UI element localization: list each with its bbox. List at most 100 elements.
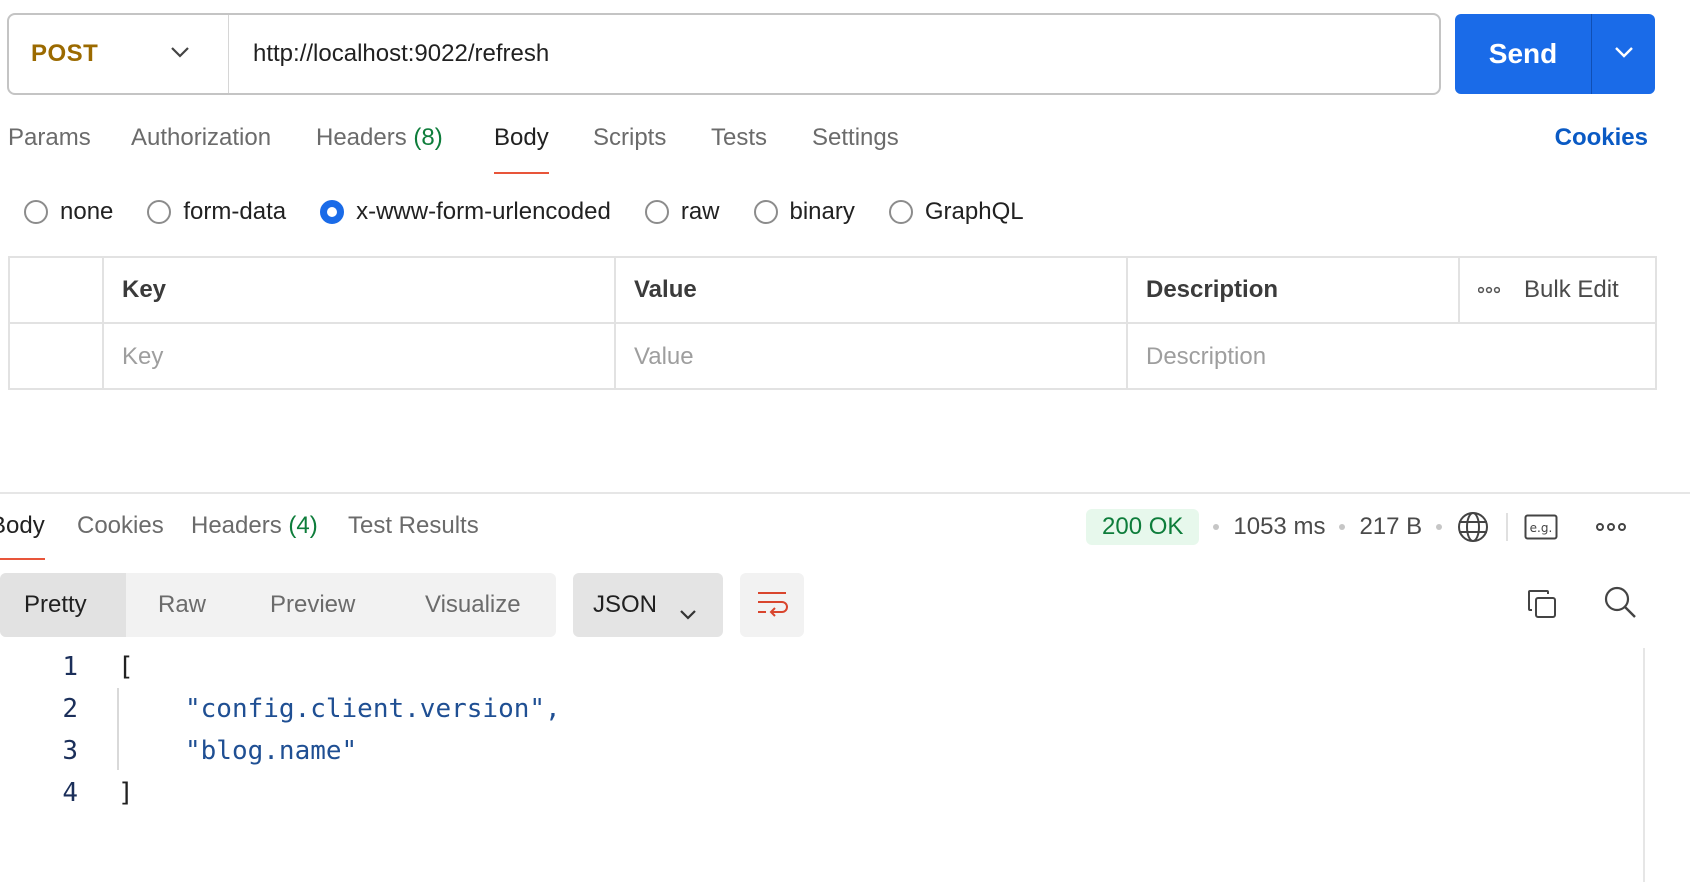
tab-body[interactable]: Body <box>494 124 549 174</box>
response-tab-headers[interactable]: Headers (4) <box>191 512 318 540</box>
body-type-urlencoded[interactable]: x-www-form-urlencoded <box>320 198 611 226</box>
line-number: 3 <box>62 736 78 766</box>
copy-button[interactable] <box>1522 586 1562 626</box>
tab-label: Headers <box>191 512 282 539</box>
radio-label: binary <box>789 198 855 225</box>
description-cell <box>1126 324 1659 390</box>
response-time[interactable]: 1053 ms <box>1233 513 1325 541</box>
view-mode-selector: Pretty Raw Preview Visualize <box>0 573 556 637</box>
row-checkbox-cell <box>10 324 102 390</box>
radio-icon <box>753 200 778 224</box>
key-input[interactable] <box>122 343 614 371</box>
pane-divider[interactable] <box>0 492 1690 494</box>
tab-params[interactable]: Params <box>8 124 91 152</box>
tab-headers[interactable]: Headers (8) <box>316 124 443 152</box>
description-input[interactable] <box>1146 343 1659 371</box>
radio-icon <box>644 200 669 224</box>
code-line: "blog.name" <box>185 736 358 766</box>
tab-tests[interactable]: Tests <box>711 124 767 152</box>
format-label: JSON <box>593 591 658 618</box>
response-tabs: Body Cookies Headers (4) Test Results <box>0 512 900 562</box>
tab-label: Body <box>0 512 45 539</box>
scrollbar-track[interactable] <box>1643 648 1645 882</box>
globe-icon[interactable] <box>1456 510 1490 544</box>
tab-label: Test Results <box>348 512 479 539</box>
toolbar-divider <box>1506 513 1509 541</box>
more-options-icon[interactable] <box>1478 286 1500 294</box>
method-select[interactable]: POST <box>9 15 229 93</box>
wrap-lines-icon <box>756 589 788 622</box>
response-tab-cookies[interactable]: Cookies <box>77 512 164 540</box>
url-input[interactable] <box>229 15 1439 93</box>
tab-label: Body <box>494 124 549 151</box>
body-type-binary[interactable]: binary <box>753 198 855 226</box>
request-tabs: Params Authorization Headers (8) Body Sc… <box>0 124 1690 176</box>
code-line: "config.client.version", <box>185 694 561 724</box>
wrap-lines-button[interactable] <box>740 573 804 637</box>
format-select[interactable]: JSON <box>573 573 723 637</box>
description-column-header: Description <box>1126 258 1458 322</box>
value-column-header: Value <box>614 258 1126 322</box>
response-tab-body[interactable]: Body <box>0 512 45 560</box>
save-example-icon[interactable]: e.g. <box>1524 514 1558 540</box>
search-button[interactable] <box>1600 584 1640 624</box>
chevron-down-icon <box>679 599 697 627</box>
body-type-form-data[interactable]: form-data <box>147 198 286 226</box>
response-size[interactable]: 217 B <box>1359 513 1422 541</box>
line-number: 1 <box>62 652 78 682</box>
send-button[interactable]: Send <box>1455 14 1591 94</box>
cookies-link[interactable]: Cookies <box>1555 124 1648 152</box>
method-label: POST <box>31 40 99 67</box>
body-type-graphql[interactable]: GraphQL <box>888 198 1024 226</box>
value-cell <box>614 324 1126 390</box>
checkbox-column-header <box>10 258 102 322</box>
view-pretty[interactable]: Pretty <box>0 573 126 637</box>
value-input[interactable] <box>634 343 1126 371</box>
code-line: ] <box>118 778 134 808</box>
tab-label: Tests <box>711 124 768 151</box>
tab-count: (8) <box>413 124 443 151</box>
tab-label: Cookies <box>77 512 164 539</box>
bulk-edit-button[interactable]: Bulk Edit <box>1524 276 1619 304</box>
separator-dot <box>1436 524 1443 530</box>
body-type-selector: none form-data x-www-form-urlencoded raw… <box>24 198 1058 226</box>
tab-scripts[interactable]: Scripts <box>593 124 666 152</box>
tab-count: (4) <box>288 512 318 539</box>
radio-label: none <box>60 198 114 225</box>
table-header-row: Key Value Description Bulk Edit <box>10 258 1655 324</box>
tab-label: Params <box>8 124 91 151</box>
radio-label: form-data <box>183 198 287 225</box>
code-line: [ <box>118 652 134 682</box>
radio-icon <box>147 200 172 224</box>
form-params-table: Key Value Description Bulk Edit <box>8 256 1659 390</box>
separator-dot <box>1213 524 1220 530</box>
radio-icon <box>24 200 48 224</box>
search-icon <box>1603 585 1637 624</box>
body-type-none[interactable]: none <box>24 198 113 226</box>
status-badge[interactable]: 200 OK <box>1086 509 1200 545</box>
send-options-button[interactable] <box>1591 14 1655 94</box>
body-type-raw[interactable]: raw <box>644 198 720 226</box>
key-column-header: Key <box>102 258 614 322</box>
bulk-actions: Bulk Edit <box>1458 258 1659 322</box>
view-visualize[interactable]: Visualize <box>425 573 521 637</box>
tab-authorization[interactable]: Authorization <box>131 124 271 152</box>
chevron-down-icon <box>1614 45 1634 63</box>
send-button-group: Send <box>1455 14 1655 94</box>
radio-selected-icon <box>320 200 345 224</box>
tab-label: Authorization <box>131 124 272 151</box>
response-tab-test-results[interactable]: Test Results <box>348 512 479 540</box>
response-code-view[interactable]: 1 [ 2 "config.client.version", 3 "blog.n… <box>0 648 1640 882</box>
radio-label: GraphQL <box>924 198 1024 225</box>
view-raw[interactable]: Raw <box>158 573 206 637</box>
separator-dot <box>1339 524 1346 530</box>
more-options-icon[interactable] <box>1596 522 1627 532</box>
table-row <box>10 324 1659 390</box>
chevron-down-icon <box>170 45 190 63</box>
line-number: 4 <box>62 778 78 808</box>
indent-guide <box>117 688 119 770</box>
tab-settings[interactable]: Settings <box>812 124 899 152</box>
radio-label: x-www-form-urlencoded <box>356 198 611 225</box>
view-preview[interactable]: Preview <box>270 573 355 637</box>
tab-label: Settings <box>812 124 899 151</box>
